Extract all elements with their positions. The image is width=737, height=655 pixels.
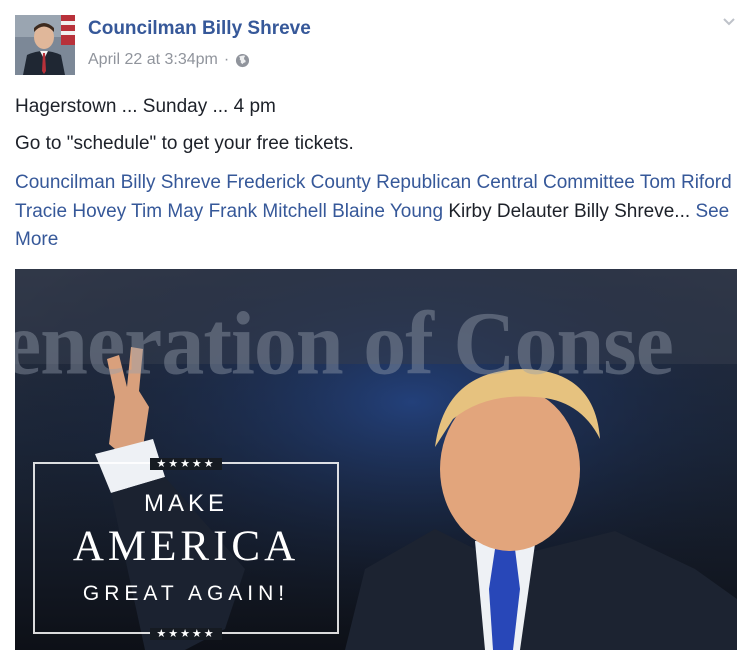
avatar-photo [15,15,75,75]
post-timestamp[interactable]: April 22 at 3:34pm [88,51,218,69]
post-photo-scene [15,269,737,650]
tag-link[interactable]: Frederick County Republican Central Comm… [226,172,635,193]
post-author-name[interactable]: Councilman Billy Shreve [88,18,311,40]
meta-separator: · [223,51,230,68]
post-meta: April 22 at 3:34pm · [88,51,250,69]
feed-post: Councilman Billy Shreve April 22 at 3:34… [0,0,737,655]
plain-tags-text: Kirby Delauter Billy Shreve... [448,200,691,222]
avatar[interactable] [15,15,75,75]
tag-link[interactable]: Blaine Young [332,201,443,222]
globe-icon[interactable] [235,53,250,68]
tag-link[interactable]: Tim May [131,201,203,222]
post-photo[interactable]: eneration of Conse ★★★★★ MAKE AMERICA GR… [15,269,737,650]
tag-link[interactable]: Frank Mitchell [209,201,327,222]
tagged-people: Councilman Billy Shreve Frederick County… [15,169,735,255]
tag-link[interactable]: Councilman Billy Shreve [15,172,221,193]
tag-link[interactable]: Tracie Hovey [15,201,126,222]
tag-link[interactable]: Tom Riford [640,172,732,193]
post-text-line: Go to "schedule" to get your free ticket… [15,133,354,154]
post-text-line: Hagerstown ... Sunday ... 4 pm [15,96,276,117]
chevron-down-icon[interactable] [722,14,736,28]
